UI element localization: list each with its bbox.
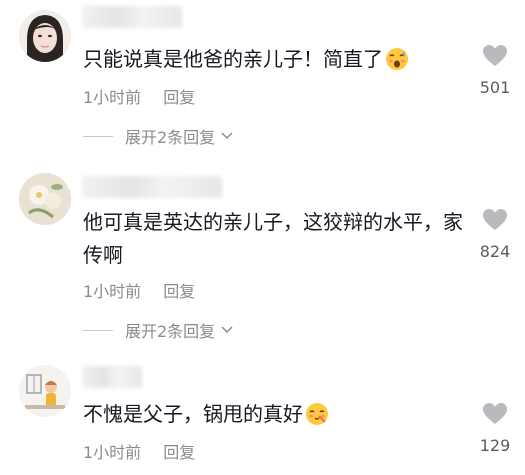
timestamp: 1小时前	[83, 282, 142, 301]
comment-meta: 1小时前 回复	[83, 278, 195, 302]
emoji-icon	[386, 48, 408, 70]
emoji-icon	[306, 403, 328, 425]
like-count: 824	[479, 242, 511, 261]
heart-icon	[483, 403, 507, 424]
username-redacted[interactable]	[82, 366, 142, 388]
like-count: 129	[479, 436, 511, 455]
reply-button[interactable]: 回复	[163, 439, 195, 463]
avatar-face-image	[19, 10, 71, 62]
avatar-cartoon-image	[19, 365, 71, 417]
comment-meta: 1小时前 回复	[83, 439, 195, 463]
heart-icon	[483, 45, 507, 66]
username-redacted[interactable]	[82, 176, 222, 198]
like-button[interactable]: 824	[478, 208, 512, 261]
avatar[interactable]	[19, 365, 71, 417]
comment-meta: 1小时前 回复	[83, 84, 195, 108]
comment-text: 只能说真是他爸的亲儿子！简直了	[83, 43, 453, 76]
reply-button[interactable]: 回复	[163, 278, 195, 302]
avatar-flower-image	[19, 173, 71, 225]
comment-text: 不愧是父子，锅甩的真好	[83, 398, 453, 431]
comment-text: 他可真是英达的亲儿子，这狡辩的水平，家传啊	[83, 206, 463, 272]
like-count: 501	[479, 78, 511, 97]
comment-text-content: 他可真是英达的亲儿子，这狡辩的水平，家传啊	[83, 210, 463, 267]
divider	[83, 329, 113, 331]
chevron-down-icon	[221, 326, 233, 334]
like-button[interactable]: 129	[478, 402, 512, 455]
reply-button[interactable]: 回复	[163, 84, 195, 108]
username-redacted[interactable]	[82, 6, 182, 28]
comment-text-content: 不愧是父子，锅甩的真好	[83, 402, 303, 426]
avatar[interactable]	[19, 173, 71, 225]
timestamp: 1小时前	[83, 443, 142, 462]
comment-text-content: 只能说真是他爸的亲儿子！简直了	[83, 47, 383, 71]
expand-replies-label: 展开2条回复	[125, 128, 216, 147]
divider	[83, 135, 113, 137]
expand-replies-button[interactable]: 展开2条回复	[83, 318, 233, 342]
expand-replies-button[interactable]: 展开2条回复	[83, 124, 233, 148]
like-button[interactable]: 501	[478, 44, 512, 97]
heart-icon	[483, 209, 507, 230]
timestamp: 1小时前	[83, 88, 142, 107]
expand-replies-label: 展开2条回复	[125, 322, 216, 341]
chevron-down-icon	[221, 132, 233, 140]
avatar[interactable]	[19, 10, 71, 62]
